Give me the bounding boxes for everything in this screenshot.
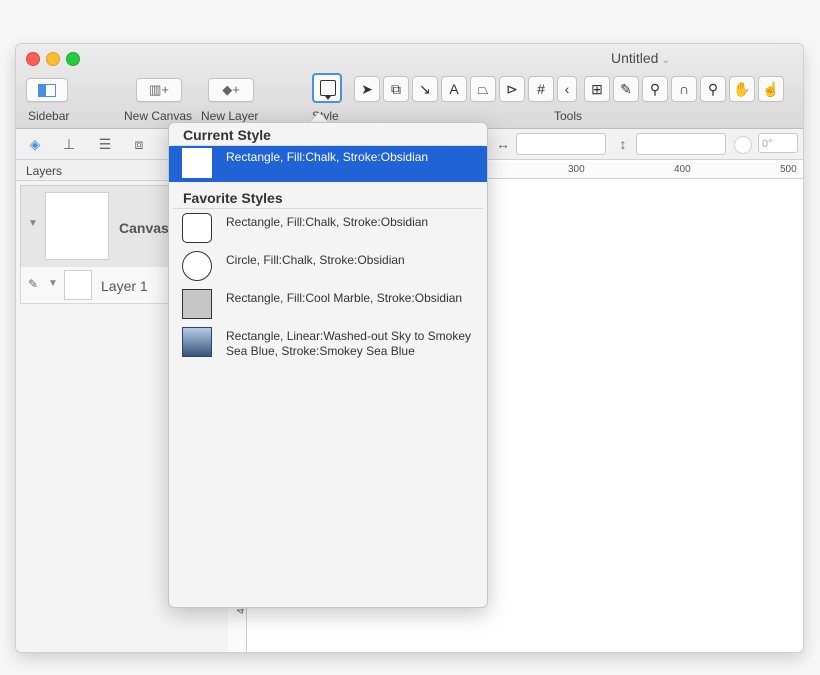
style-brush-tool[interactable]: ✎: [613, 76, 639, 102]
diagram-icon: ⊞: [591, 80, 603, 97]
line-tool[interactable]: ↘: [412, 76, 438, 102]
chevron-left-icon: ‹: [564, 81, 570, 97]
window-title[interactable]: Untitled ⌄: [611, 50, 670, 66]
hand-tool[interactable]: ✋: [729, 76, 755, 102]
layers-tab-icon[interactable]: ◈: [26, 135, 44, 153]
rectangle-style-icon: [320, 80, 336, 96]
width-field[interactable]: [516, 133, 606, 155]
ruler-tick: 300: [568, 164, 585, 175]
ruler-tick: 400: [674, 164, 691, 175]
stencils-tab-icon[interactable]: ⧈: [130, 135, 148, 153]
style-label: Rectangle, Fill:Cool Marble, Stroke:Obsi…: [226, 291, 463, 305]
width-icon: ↔: [496, 136, 510, 152]
new-layer-icon: ◆+: [222, 82, 240, 97]
style-label: Circle, Fill:Chalk, Stroke:Obsidian: [226, 253, 405, 267]
gradient-rectangle-swatch: [182, 327, 212, 357]
canvas-thumbnail: [45, 192, 109, 260]
grid-tool[interactable]: #: [528, 76, 554, 102]
canvas-name: Canvas: [119, 220, 169, 236]
height-icon: ↕: [619, 136, 627, 152]
collapse-tools-button[interactable]: ‹: [557, 76, 577, 102]
line-icon: ↘: [419, 80, 431, 97]
new-canvas-label: New Canvas: [124, 109, 193, 123]
diagram-tool[interactable]: ⊞: [584, 76, 610, 102]
minimize-button[interactable]: [46, 52, 60, 66]
text-icon: A: [449, 81, 459, 97]
new-layer-button[interactable]: ◆+: [208, 78, 254, 102]
style-label: Rectangle, Linear:Washed-out Sky to Smok…: [226, 329, 472, 358]
brush-icon: ✎: [620, 80, 632, 97]
style-label: Rectangle, Fill:Chalk, Stroke:Obsidian: [226, 150, 429, 164]
ruler-tick: 500: [780, 164, 797, 175]
rotation-field[interactable]: 0°: [758, 133, 798, 153]
layer-name: Layer 1: [101, 278, 148, 294]
rectangle-swatch: [182, 213, 212, 243]
arrow-pointer-icon: ➤: [361, 80, 373, 97]
disclosure-triangle-icon[interactable]: ▼: [48, 278, 58, 289]
disclosure-triangle-icon[interactable]: ▼: [28, 218, 38, 229]
favorite-style-item[interactable]: Circle, Fill:Chalk, Stroke:Obsidian: [169, 249, 487, 285]
text-tool[interactable]: A: [441, 76, 467, 102]
shape-icon: ⧉: [391, 80, 401, 97]
divider: [173, 208, 483, 209]
chevron-down-icon: ⌄: [661, 55, 670, 66]
favorite-style-item[interactable]: Rectangle, Fill:Chalk, Stroke:Obsidian: [169, 211, 487, 247]
new-canvas-icon: ▥+: [149, 82, 169, 97]
sidebar-label: Sidebar: [28, 109, 70, 123]
canvases-tab-icon[interactable]: ⊥: [60, 135, 78, 153]
marble-rectangle-swatch: [182, 289, 212, 319]
current-style-title: Current Style: [183, 127, 271, 143]
favorite-styles-title: Favorite Styles: [183, 190, 283, 206]
stamp-icon: ⚲: [649, 80, 661, 97]
pencil-icon[interactable]: ✎: [28, 277, 38, 291]
shape-tool[interactable]: ⧉: [383, 76, 409, 102]
style-popover: Current Style Rectangle, Fill:Chalk, Str…: [168, 122, 488, 608]
zoom-tool[interactable]: ⚲: [700, 76, 726, 102]
circle-swatch: [182, 251, 212, 281]
toolbar: Untitled ⌄ Sidebar ▥+ New Canvas ◆+ New L…: [16, 44, 803, 129]
sidebar-button[interactable]: [26, 78, 68, 102]
dropdown-arrow-icon: [325, 96, 331, 100]
hand-icon: ✋: [733, 80, 751, 97]
favorite-style-item[interactable]: Rectangle, Linear:Washed-out Sky to Smok…: [169, 325, 487, 365]
tools-label: Tools: [554, 109, 583, 123]
zoom-button[interactable]: [66, 52, 80, 66]
sidebar-icon: [38, 83, 56, 97]
browse-tool[interactable]: ☝: [758, 76, 784, 102]
pointing-hand-icon: ☝: [762, 80, 780, 97]
height-field[interactable]: [636, 133, 726, 155]
grid-icon: #: [537, 81, 545, 97]
selection-tool[interactable]: ➤: [354, 76, 380, 102]
magnifier-icon: ⚲: [707, 80, 719, 97]
rectangle-swatch: [182, 148, 212, 178]
new-canvas-button[interactable]: ▥+: [136, 78, 182, 102]
layer-thumbnail: [64, 270, 92, 300]
close-button[interactable]: [26, 52, 40, 66]
outline-tab-icon[interactable]: ☰: [96, 135, 114, 153]
rubber-stamp-tool[interactable]: ⚲: [642, 76, 668, 102]
pen-icon: ⏢: [477, 80, 489, 97]
style-button[interactable]: [312, 73, 342, 103]
magnet-icon: ∩: [678, 81, 690, 97]
point-icon: ⊳: [506, 80, 518, 97]
pen-tool[interactable]: ⏢: [470, 76, 496, 102]
style-label: Rectangle, Fill:Chalk, Stroke:Obsidian: [226, 215, 429, 229]
favorite-style-item[interactable]: Rectangle, Fill:Cool Marble, Stroke:Obsi…: [169, 287, 487, 323]
rotation-dial[interactable]: [734, 136, 752, 154]
magnet-tool[interactable]: ∩: [671, 76, 697, 102]
current-style-item[interactable]: Rectangle, Fill:Chalk, Stroke:Obsidian: [169, 146, 487, 182]
point-tool[interactable]: ⊳: [499, 76, 525, 102]
new-layer-label: New Layer: [201, 109, 259, 123]
